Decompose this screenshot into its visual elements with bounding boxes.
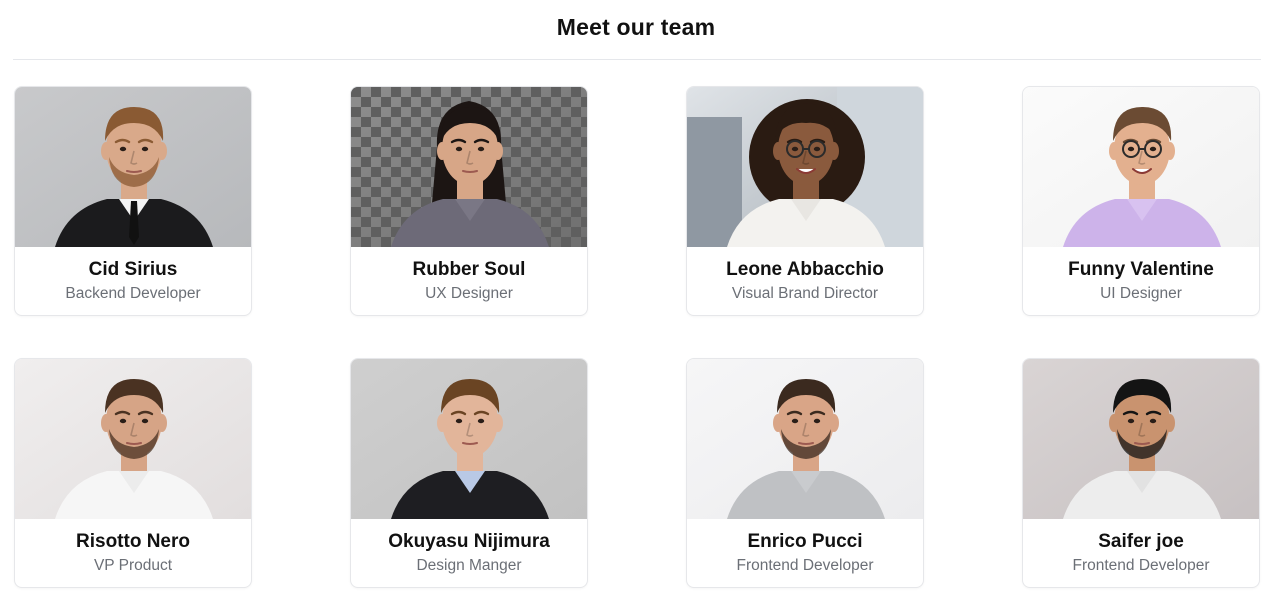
team-member-card[interactable]: Enrico Pucci Frontend Developer: [686, 358, 924, 588]
member-role: Frontend Developer: [736, 557, 874, 574]
team-member-card[interactable]: Saifer joe Frontend Developer: [1022, 358, 1260, 588]
team-member-card[interactable]: Risotto Nero VP Product: [14, 358, 252, 588]
portrait-illustration: [351, 87, 587, 247]
member-name: Rubber Soul: [412, 259, 526, 280]
team-member-card[interactable]: Rubber Soul UX Designer: [350, 86, 588, 316]
member-name: Risotto Nero: [76, 531, 190, 552]
member-role: Frontend Developer: [1072, 557, 1210, 574]
header-divider: [13, 59, 1261, 60]
portrait-illustration: [15, 87, 251, 247]
member-photo: [687, 359, 923, 519]
page-title: Meet our team: [556, 14, 716, 40]
member-photo: [351, 87, 587, 247]
member-name: Funny Valentine: [1068, 259, 1214, 280]
member-role: Visual Brand Director: [731, 285, 879, 302]
team-member-card[interactable]: Cid Sirius Backend Developer: [14, 86, 252, 316]
member-name: Leone Abbacchio: [726, 259, 884, 280]
member-photo: [351, 359, 587, 519]
member-photo: [15, 87, 251, 247]
member-role: Backend Developer: [65, 285, 201, 302]
portrait-illustration: [351, 359, 587, 519]
member-photo: [687, 87, 923, 247]
portrait-illustration: [1023, 87, 1259, 247]
member-role: Design Manger: [416, 557, 522, 574]
member-role: UX Designer: [425, 285, 513, 302]
team-member-card[interactable]: Funny Valentine UI Designer: [1022, 86, 1260, 316]
member-name: Enrico Pucci: [747, 531, 863, 552]
member-role: VP Product: [93, 557, 173, 574]
member-name: Cid Sirius: [88, 259, 178, 280]
team-member-card[interactable]: Okuyasu Nijimura Design Manger: [350, 358, 588, 588]
member-name: Saifer joe: [1098, 531, 1184, 552]
member-name: Okuyasu Nijimura: [388, 531, 550, 552]
member-photo: [15, 359, 251, 519]
member-role: UI Designer: [1100, 285, 1182, 302]
member-photo: [1023, 359, 1259, 519]
portrait-illustration: [15, 359, 251, 519]
team-grid: Cid Sirius Backend Developer Rubber Soul…: [14, 86, 1261, 588]
portrait-illustration: [1023, 359, 1259, 519]
portrait-illustration: [687, 87, 923, 247]
team-member-card[interactable]: Leone Abbacchio Visual Brand Director: [686, 86, 924, 316]
member-photo: [1023, 87, 1259, 247]
portrait-illustration: [687, 359, 923, 519]
